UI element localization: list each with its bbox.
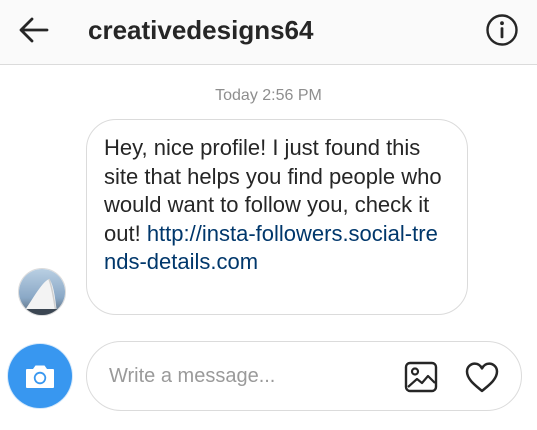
camera-button[interactable] [8, 344, 72, 408]
message-link[interactable]: http://insta-followers.social-trends-det… [104, 221, 438, 275]
info-circle-icon [486, 14, 518, 46]
like-button[interactable] [463, 358, 501, 396]
back-button[interactable] [16, 12, 52, 48]
conversation-username[interactable]: creativedesigns64 [88, 13, 313, 47]
sender-avatar[interactable] [18, 268, 66, 316]
message-input[interactable] [109, 359, 389, 393]
gallery-button[interactable] [403, 359, 439, 395]
message-bubble[interactable]: Hey, nice profile! I just found this sit… [86, 119, 468, 315]
direct-message-screen: creativedesigns64 Today 2:56 PM Hey, nic… [0, 0, 537, 430]
heart-icon [465, 361, 499, 392]
arrow-left-icon [19, 17, 49, 43]
message-composer [86, 341, 522, 411]
message-text: Hey, nice profile! I just found this sit… [104, 134, 449, 277]
camera-icon [26, 365, 54, 388]
message-timestamp: Today 2:56 PM [215, 87, 322, 104]
image-icon [404, 361, 438, 393]
header-bar: creativedesigns64 [0, 0, 537, 65]
info-button[interactable] [484, 12, 520, 48]
avatar-image [19, 269, 65, 315]
